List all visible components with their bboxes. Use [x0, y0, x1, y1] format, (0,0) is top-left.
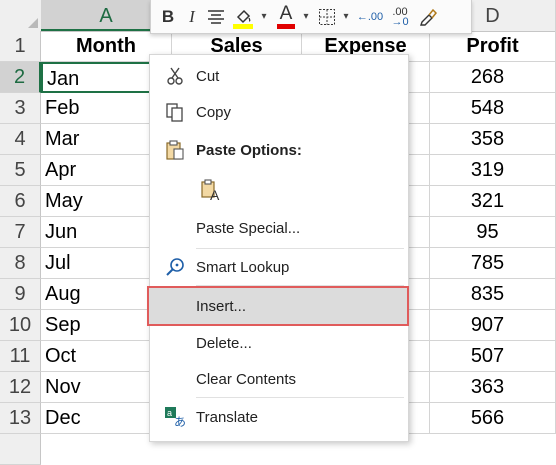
row-header[interactable]: 4 — [0, 124, 41, 155]
cell-profit[interactable]: 507 — [430, 341, 556, 372]
row-header[interactable]: 3 — [0, 93, 41, 124]
cell-profit[interactable]: 835 — [430, 279, 556, 310]
menu-item-translate[interactable]: aあ Translate — [150, 399, 408, 435]
italic-button[interactable]: I — [183, 3, 201, 31]
fill-color-swatch — [233, 23, 253, 29]
align-center-button[interactable] — [205, 3, 227, 31]
cell-profit[interactable]: 95 — [430, 217, 556, 248]
cell-profit[interactable]: 358 — [430, 124, 556, 155]
header-cell-profit[interactable]: Profit — [430, 31, 556, 62]
menu-item-cut-label: Cut — [196, 67, 220, 85]
bold-button[interactable]: B — [157, 3, 179, 31]
cell-profit[interactable]: 319 — [430, 155, 556, 186]
menu-separator — [196, 397, 404, 398]
svg-text:a: a — [167, 408, 172, 418]
paste-format-icon: A — [200, 179, 222, 202]
menu-item-insert[interactable]: Insert... — [147, 286, 409, 326]
menu-item-cut[interactable]: Cut — [150, 58, 408, 94]
menu-item-clear-contents[interactable]: Clear Contents — [150, 361, 408, 397]
paste-option-keep-formatting[interactable]: A — [150, 172, 408, 208]
row-header[interactable]: 11 — [0, 341, 41, 372]
select-all-triangle-icon — [28, 18, 38, 28]
menu-item-delete[interactable]: Delete... — [150, 325, 408, 361]
menu-item-clear-contents-label: Clear Contents — [196, 370, 297, 388]
cell-profit[interactable]: 268 — [430, 62, 556, 93]
menu-item-copy[interactable]: Copy — [150, 94, 408, 130]
menu-item-paste-special-label: Paste Special... — [196, 219, 301, 237]
translate-icon: aあ — [164, 406, 186, 428]
menu-item-delete-label: Delete... — [196, 334, 252, 352]
row-header[interactable]: 13 — [0, 403, 41, 434]
format-painter-button[interactable] — [417, 3, 439, 31]
mini-toolbar: B I ▾ A ▾ ▾ ←.00 .00 →0 — [150, 0, 472, 34]
decrease-decimal-icon: .00 →0 — [391, 5, 409, 28]
format-painter-icon — [420, 8, 438, 26]
row-header[interactable]: 9 — [0, 279, 41, 310]
cell-profit[interactable]: 566 — [430, 403, 556, 434]
search-icon — [164, 256, 186, 278]
row-header[interactable]: 2 — [0, 62, 41, 93]
borders-button[interactable] — [317, 3, 337, 31]
menu-item-smart-lookup[interactable]: Smart Lookup — [150, 249, 408, 285]
row-header[interactable]: 10 — [0, 310, 41, 341]
font-color-swatch — [277, 23, 295, 29]
font-color-button[interactable]: A — [275, 3, 297, 31]
row-header[interactable]: 6 — [0, 186, 41, 217]
fill-color-dropdown-icon[interactable]: ▾ — [259, 3, 269, 31]
row-header-partial[interactable] — [0, 434, 41, 465]
menu-item-paste-options: Paste Options: — [150, 132, 408, 168]
copy-icon — [164, 101, 186, 123]
row-header[interactable]: 7 — [0, 217, 41, 248]
menu-separator — [196, 285, 404, 286]
svg-text:あ: あ — [174, 415, 186, 428]
cell-profit[interactable]: 363 — [430, 372, 556, 403]
cell-profit[interactable]: 321 — [430, 186, 556, 217]
menu-item-copy-label: Copy — [196, 103, 232, 121]
borders-icon — [319, 8, 335, 25]
clipboard-icon — [164, 139, 186, 161]
row-header[interactable]: 1 — [0, 31, 41, 62]
cell-profit[interactable]: 907 — [430, 310, 556, 341]
increase-decimal-button[interactable]: ←.00 — [357, 3, 383, 31]
cell-profit[interactable]: 785 — [430, 248, 556, 279]
menu-item-paste-options-label: Paste Options: — [196, 141, 302, 159]
menu-item-paste-special[interactable]: Paste Special... — [150, 210, 408, 246]
row-header[interactable]: 5 — [0, 155, 41, 186]
font-color-dropdown-icon[interactable]: ▾ — [301, 3, 311, 31]
increase-decimal-icon: ←.00 — [356, 10, 384, 23]
fill-color-button[interactable] — [231, 3, 255, 31]
menu-item-insert-label: Insert... — [196, 297, 247, 315]
menu-item-smart-lookup-label: Smart Lookup — [196, 258, 290, 276]
borders-dropdown-icon[interactable]: ▾ — [341, 3, 351, 31]
decrease-decimal-button[interactable]: .00 →0 — [387, 3, 413, 31]
row-header[interactable]: 8 — [0, 248, 41, 279]
select-all-corner[interactable] — [0, 0, 42, 31]
svg-text:A: A — [210, 187, 220, 202]
font-color-letter: A — [279, 2, 293, 24]
context-menu: Cut Copy Paste Options: A Paste Special.… — [147, 54, 409, 442]
scissors-icon — [164, 65, 186, 87]
menu-item-translate-label: Translate — [196, 408, 258, 426]
row-header[interactable]: 12 — [0, 372, 41, 403]
align-center-icon — [208, 9, 224, 24]
cell-profit[interactable]: 548 — [430, 93, 556, 124]
